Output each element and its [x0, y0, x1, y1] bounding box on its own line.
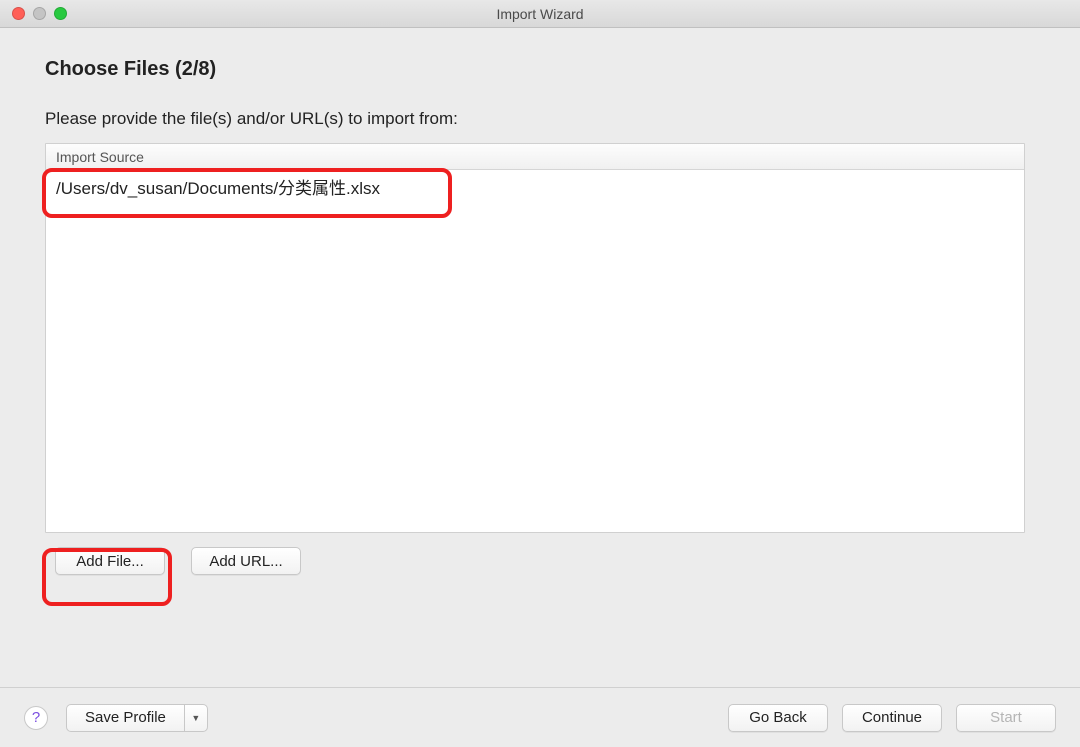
- chevron-down-icon: ▼: [191, 713, 200, 723]
- traffic-lights: [0, 7, 67, 20]
- footer-right-buttons: Go Back Continue Start: [728, 704, 1056, 732]
- window-title: Import Wizard: [496, 6, 583, 22]
- footer: ? Save Profile ▼ Go Back Continue Start: [0, 687, 1080, 747]
- minimize-window-button: [33, 7, 46, 20]
- table-row[interactable]: /Users/dv_susan/Documents/分类属性.xlsx: [46, 170, 1024, 203]
- close-window-button[interactable]: [12, 7, 25, 20]
- help-button[interactable]: ?: [24, 706, 48, 730]
- save-profile-split-button: Save Profile ▼: [66, 704, 208, 732]
- continue-button[interactable]: Continue: [842, 704, 942, 732]
- file-buttons-row: Add File... Add URL...: [45, 547, 1035, 575]
- table-body[interactable]: /Users/dv_susan/Documents/分类属性.xlsx: [46, 170, 1024, 532]
- help-icon: ?: [32, 709, 40, 726]
- go-back-button[interactable]: Go Back: [728, 704, 828, 732]
- content-area: Choose Files (2/8) Please provide the fi…: [0, 28, 1080, 595]
- column-header-import-source: Import Source: [56, 149, 144, 165]
- file-path: /Users/dv_susan/Documents/分类属性.xlsx: [56, 179, 380, 198]
- titlebar: Import Wizard: [0, 0, 1080, 28]
- save-profile-button[interactable]: Save Profile: [66, 704, 184, 732]
- add-url-button[interactable]: Add URL...: [191, 547, 301, 575]
- add-file-button[interactable]: Add File...: [55, 547, 165, 575]
- save-profile-dropdown[interactable]: ▼: [184, 704, 208, 732]
- instruction-text: Please provide the file(s) and/or URL(s)…: [45, 109, 1035, 129]
- start-button: Start: [956, 704, 1056, 732]
- table-header[interactable]: Import Source: [46, 144, 1024, 170]
- maximize-window-button[interactable]: [54, 7, 67, 20]
- import-source-table: Import Source /Users/dv_susan/Documents/…: [45, 143, 1025, 533]
- step-title: Choose Files (2/8): [45, 58, 1035, 81]
